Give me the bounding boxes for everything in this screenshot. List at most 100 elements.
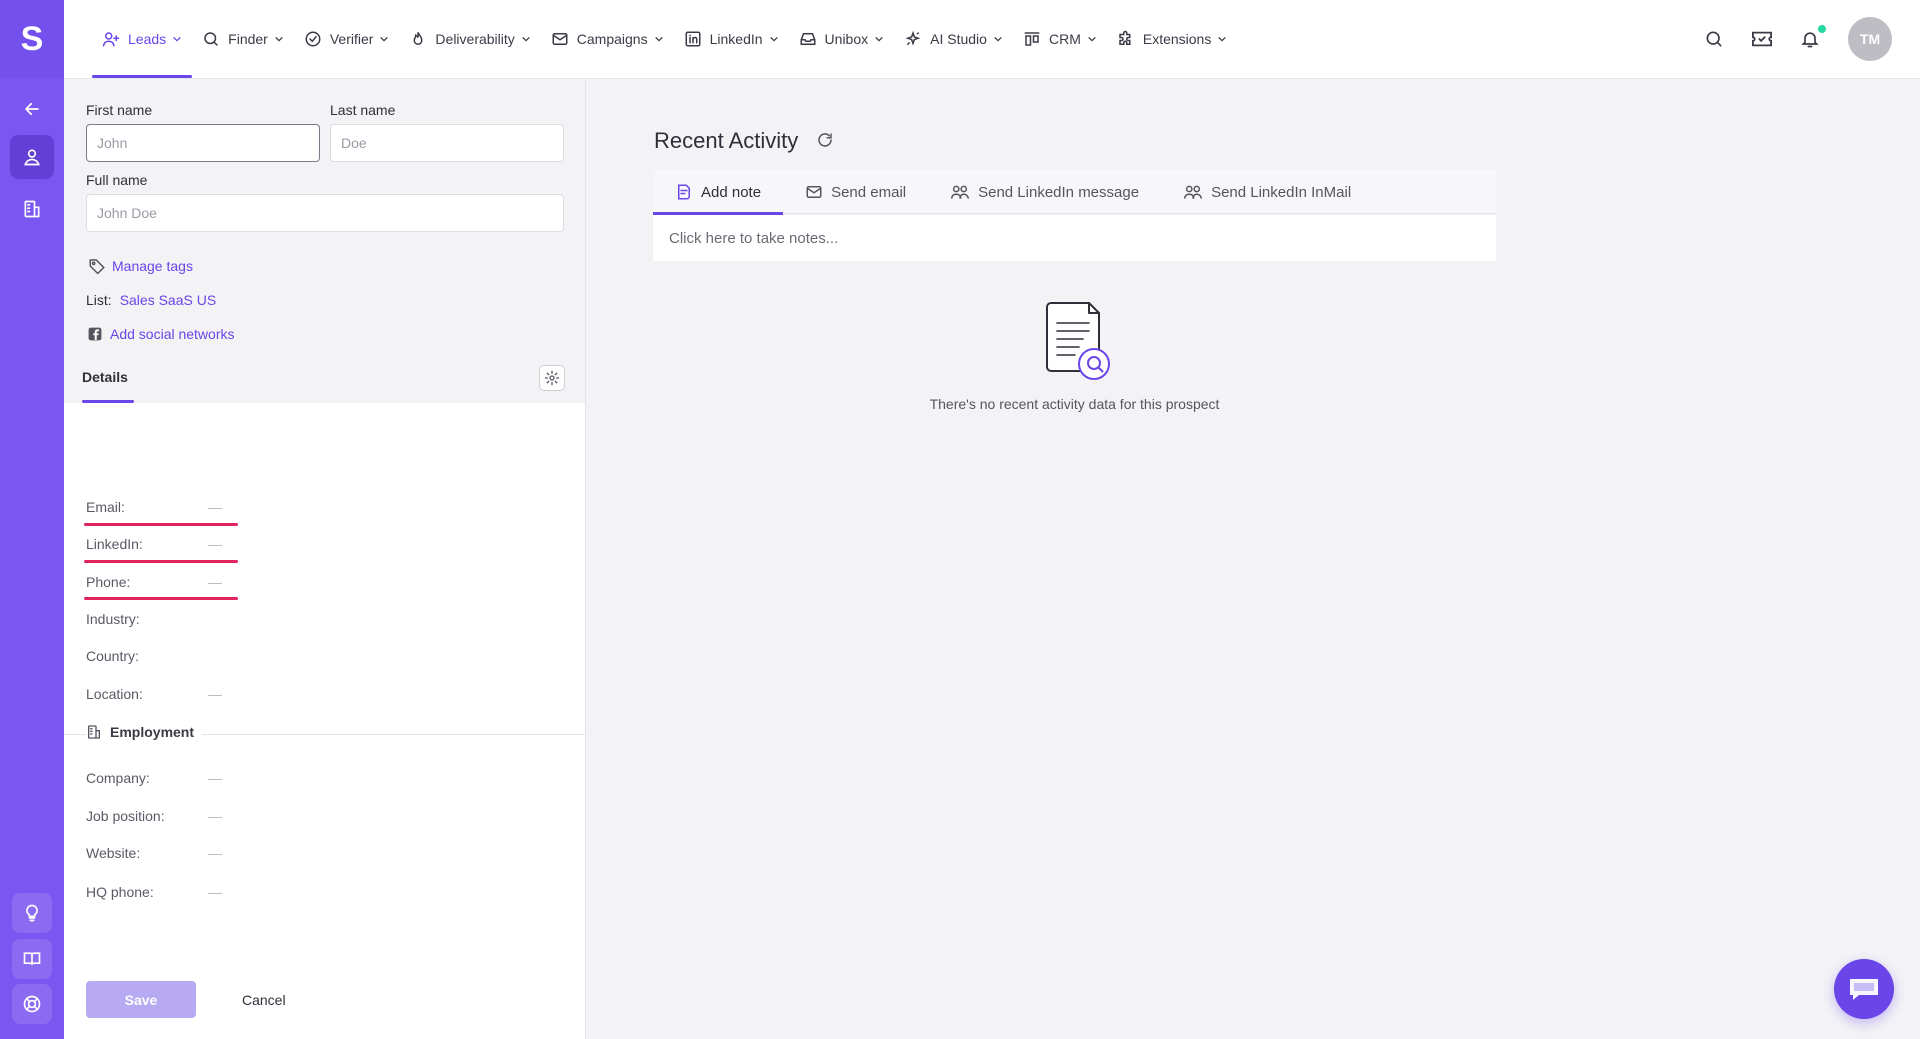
chevron-down-icon bbox=[521, 34, 531, 44]
tab-send-linkedin-inmail[interactable]: Send LinkedIn InMail bbox=[1161, 170, 1373, 214]
avatar[interactable]: TM bbox=[1848, 17, 1892, 61]
detail-row-location: Location: — bbox=[86, 686, 222, 702]
chevron-down-icon bbox=[172, 34, 182, 44]
mail-icon bbox=[805, 183, 823, 201]
search-icon bbox=[202, 30, 220, 48]
detail-value[interactable]: — bbox=[208, 536, 222, 552]
detail-row-industry: Industry: bbox=[86, 611, 208, 627]
flame-icon bbox=[409, 30, 427, 48]
detail-value[interactable]: — bbox=[208, 884, 222, 900]
help-lifebuoy-icon[interactable] bbox=[12, 984, 52, 1024]
recent-activity-title: Recent Activity bbox=[654, 128, 799, 153]
nav-item-ai-studio[interactable]: AI Studio bbox=[894, 0, 1013, 78]
global-search-icon[interactable] bbox=[1690, 15, 1738, 63]
nav-item-finder[interactable]: Finder bbox=[192, 0, 294, 78]
recent-activity-panel: Recent Activity Add note Send email Send… bbox=[587, 79, 1920, 1039]
note-icon bbox=[675, 183, 693, 201]
facebook-icon bbox=[88, 327, 102, 341]
nav-item-verifier[interactable]: Verifier bbox=[294, 0, 400, 78]
nav-label: Finder bbox=[228, 31, 268, 47]
detail-value[interactable]: — bbox=[208, 574, 222, 590]
nav-label: LinkedIn bbox=[709, 31, 763, 47]
tab-label: Send LinkedIn message bbox=[978, 183, 1140, 201]
chevron-down-icon bbox=[874, 34, 884, 44]
tab-send-linkedin-message[interactable]: Send LinkedIn message bbox=[928, 170, 1161, 214]
notes-input[interactable]: Click here to take notes... bbox=[653, 215, 1496, 261]
detail-label: LinkedIn: bbox=[86, 536, 143, 552]
list-label: List: bbox=[86, 292, 112, 308]
nav-label: Verifier bbox=[329, 31, 374, 47]
list-link[interactable]: Sales SaaS US bbox=[120, 292, 217, 308]
employment-heading-label: Employment bbox=[110, 724, 195, 740]
refresh-icon[interactable] bbox=[816, 131, 834, 149]
detail-label: Job position: bbox=[86, 808, 165, 824]
nav-item-extensions[interactable]: Extensions bbox=[1107, 0, 1237, 78]
save-button[interactable]: Save bbox=[86, 981, 196, 1018]
empty-state-text: There's no recent activity data for this… bbox=[929, 396, 1220, 412]
company-icon[interactable] bbox=[10, 187, 54, 231]
detail-value[interactable]: — bbox=[208, 686, 222, 702]
full-name-input[interactable] bbox=[86, 194, 564, 232]
tab-send-email[interactable]: Send email bbox=[783, 170, 928, 214]
app-logo[interactable]: S bbox=[0, 0, 64, 78]
red-annotation-underline bbox=[84, 597, 238, 600]
lead-form-panel: First name Last name Full name Manage ta… bbox=[64, 79, 586, 1039]
nav-item-unibox[interactable]: Unibox bbox=[789, 0, 895, 78]
top-navigation: Leads Finder Verifier Deliverability Cam… bbox=[64, 0, 1920, 79]
manage-tags-link[interactable]: Manage tags bbox=[88, 257, 193, 275]
list-row: List: Sales SaaS US bbox=[86, 292, 216, 308]
details-body: Email: — LinkedIn: — Phone: — Industry: … bbox=[64, 403, 585, 1039]
manage-tags-label: Manage tags bbox=[112, 258, 193, 274]
chevron-down-icon bbox=[1087, 34, 1097, 44]
detail-value[interactable]: — bbox=[208, 845, 222, 861]
nav-item-crm[interactable]: CRM bbox=[1013, 0, 1107, 78]
lightbulb-icon[interactable] bbox=[12, 893, 52, 933]
chevron-down-icon bbox=[993, 34, 1003, 44]
detail-value[interactable]: — bbox=[208, 499, 222, 515]
detail-label: Company: bbox=[86, 770, 150, 786]
nav-item-campaigns[interactable]: Campaigns bbox=[541, 0, 674, 78]
cancel-button[interactable]: Cancel bbox=[232, 981, 296, 1018]
details-tab[interactable]: Details bbox=[82, 369, 128, 395]
detail-row-linkedin: LinkedIn: — bbox=[86, 536, 222, 552]
back-arrow-icon[interactable] bbox=[10, 87, 54, 131]
notification-dot bbox=[1816, 23, 1828, 35]
details-settings-button[interactable] bbox=[539, 365, 565, 391]
add-social-networks-link[interactable]: Add social networks bbox=[88, 326, 235, 342]
check-circle-icon bbox=[304, 30, 322, 48]
detail-row-hq-phone: HQ phone: — bbox=[86, 884, 222, 900]
book-icon[interactable] bbox=[12, 939, 52, 979]
tab-add-note[interactable]: Add note bbox=[653, 170, 784, 215]
puzzle-icon bbox=[1117, 30, 1135, 48]
mail-icon bbox=[551, 30, 569, 48]
tab-label: Send LinkedIn InMail bbox=[1211, 183, 1352, 201]
tab-label: Send email bbox=[831, 183, 907, 201]
detail-row-website: Website: — bbox=[86, 845, 222, 861]
company-icon bbox=[86, 724, 102, 740]
detail-label: HQ phone: bbox=[86, 884, 154, 900]
bell-icon[interactable] bbox=[1786, 15, 1834, 63]
chat-button[interactable] bbox=[1834, 959, 1894, 1019]
inbox-icon bbox=[799, 30, 817, 48]
detail-value[interactable]: — bbox=[208, 808, 222, 824]
person-icon[interactable] bbox=[10, 135, 54, 179]
detail-row-email: Email: — bbox=[86, 499, 222, 515]
first-name-input[interactable] bbox=[86, 124, 320, 162]
full-name-label: Full name bbox=[86, 172, 148, 188]
nav-item-deliverability[interactable]: Deliverability bbox=[399, 0, 540, 78]
nav-item-linkedin[interactable]: LinkedIn bbox=[674, 0, 789, 78]
detail-row-job-position: Job position: — bbox=[86, 808, 222, 824]
last-name-input[interactable] bbox=[330, 124, 564, 162]
nav-item-leads[interactable]: Leads bbox=[92, 0, 193, 78]
logo-letter: S bbox=[20, 20, 44, 58]
nav-label: Leads bbox=[128, 31, 167, 47]
detail-label: Email: bbox=[86, 499, 125, 515]
detail-row-company: Company: — bbox=[86, 770, 222, 786]
ticket-icon[interactable] bbox=[1738, 15, 1786, 63]
linkedin-icon bbox=[684, 30, 702, 48]
chevron-down-icon bbox=[654, 34, 664, 44]
chevron-down-icon bbox=[379, 34, 389, 44]
detail-value[interactable]: — bbox=[208, 770, 222, 786]
detail-label: Phone: bbox=[86, 574, 131, 590]
detail-row-phone: Phone: — bbox=[86, 574, 222, 590]
